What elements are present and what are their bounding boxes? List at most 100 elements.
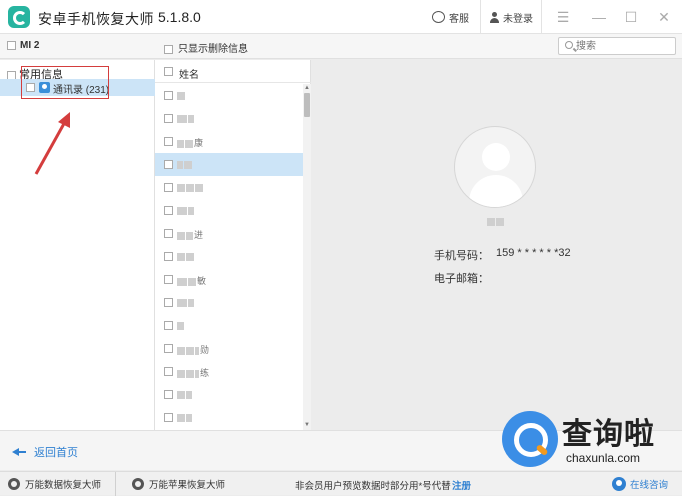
contact-name-masked: [177, 297, 195, 307]
avatar-head: [482, 143, 510, 171]
select-all-checkbox[interactable]: [164, 67, 173, 76]
minimize-icon[interactable]: —: [590, 8, 608, 26]
redaction-block: [188, 206, 194, 215]
scroll-down-icon[interactable]: ▼: [303, 422, 311, 429]
back-home-button[interactable]: 返回首页: [12, 444, 78, 460]
contact-name-suffix: 练: [200, 368, 210, 378]
table-row[interactable]: 练: [155, 360, 303, 383]
contact-name-masked: 进: [177, 228, 203, 241]
only-deleted-toggle[interactable]: 只显示删除信息: [164, 40, 248, 55]
email-label: 电子邮箱：: [434, 273, 489, 285]
only-deleted-checkbox[interactable]: [164, 44, 173, 54]
redaction-block: [177, 139, 184, 148]
contact-list-panel: 姓名 康进敏勋练 ▲ ▼: [155, 60, 311, 430]
tool-b-label: 万能苹果恢复大师: [149, 480, 226, 491]
menu-icon[interactable]: ☰: [554, 8, 572, 26]
redaction-block: [177, 231, 185, 240]
table-row[interactable]: [155, 84, 303, 107]
redaction-block: [186, 346, 194, 355]
row-checkbox[interactable]: [164, 367, 173, 376]
row-checkbox[interactable]: [164, 229, 173, 238]
tool-a-label: 万能数据恢复大师: [25, 480, 102, 491]
redaction-block: [177, 183, 185, 192]
row-checkbox[interactable]: [164, 183, 173, 192]
row-checkbox[interactable]: [164, 252, 173, 261]
table-row[interactable]: 勋: [155, 337, 303, 360]
support-button[interactable]: 客服: [432, 0, 469, 34]
redaction-block: [186, 183, 194, 192]
scroll-thumb[interactable]: [304, 93, 310, 117]
redaction-block: [195, 346, 199, 355]
table-row[interactable]: 敏: [155, 268, 303, 291]
table-row[interactable]: [155, 314, 303, 337]
row-checkbox[interactable]: [164, 413, 173, 422]
redaction-block: [177, 346, 185, 355]
redaction-block: [185, 139, 193, 148]
register-link[interactable]: 注册: [452, 478, 471, 492]
contact-name-masked: [177, 320, 185, 330]
redaction-block: [186, 252, 194, 261]
row-checkbox[interactable]: [164, 114, 173, 123]
row-checkbox[interactable]: [164, 137, 173, 146]
maximize-icon[interactable]: ☐: [622, 8, 640, 26]
column-header-name: 姓名: [179, 70, 199, 81]
table-row[interactable]: [155, 291, 303, 314]
only-deleted-label: 只显示删除信息: [178, 44, 248, 55]
watermark-title: 查询啦: [562, 418, 655, 451]
contact-rows: 康进敏勋练: [155, 84, 303, 429]
phone-label: 手机号码：: [434, 250, 489, 262]
scroll-up-icon[interactable]: ▲: [303, 85, 311, 92]
row-checkbox[interactable]: [164, 275, 173, 284]
tool-link-data-recovery[interactable]: 万能数据恢复大师: [8, 472, 117, 496]
table-row[interactable]: [155, 199, 303, 222]
row-checkbox[interactable]: [164, 160, 173, 169]
contact-name-suffix: 康: [194, 138, 204, 148]
contact-name-masked: [487, 216, 505, 228]
row-checkbox[interactable]: [164, 206, 173, 215]
online-consult-button[interactable]: 在线咨询: [612, 472, 668, 496]
login-label: 未登录: [503, 13, 533, 25]
watermark: 查询啦 chaxunla.com: [502, 405, 682, 475]
redaction-block: [177, 206, 187, 215]
redaction-block: [195, 183, 203, 192]
table-row[interactable]: [155, 176, 303, 199]
redaction-block: [188, 298, 194, 307]
device-checkbox[interactable]: [7, 40, 16, 50]
device-select[interactable]: MI 2: [7, 40, 39, 51]
table-row[interactable]: 进: [155, 222, 303, 245]
list-scrollbar[interactable]: ▲ ▼: [303, 84, 311, 430]
avatar: [454, 126, 536, 208]
table-row[interactable]: [155, 153, 303, 176]
table-row[interactable]: [155, 245, 303, 268]
app-version: 5.1.8.0: [158, 9, 201, 25]
annotation-highlight-box: [21, 66, 109, 99]
redaction-block: [186, 413, 192, 422]
consult-icon: [612, 477, 626, 491]
login-button[interactable]: 未登录: [480, 0, 542, 34]
row-checkbox[interactable]: [164, 91, 173, 100]
online-consult-label: 在线咨询: [630, 480, 669, 491]
annotation-arrow-icon: [34, 112, 70, 175]
row-checkbox[interactable]: [164, 321, 173, 330]
app-title: 安卓手机恢复大师: [38, 11, 154, 27]
row-checkbox[interactable]: [164, 344, 173, 353]
search-input[interactable]: [576, 39, 672, 53]
app-logo-icon: [8, 6, 30, 28]
contact-name-masked: 勋: [177, 343, 209, 356]
table-row[interactable]: [155, 107, 303, 130]
table-row[interactable]: [155, 406, 303, 429]
search-box[interactable]: [558, 37, 676, 55]
tool-link-apple-recovery[interactable]: 万能苹果恢复大师: [132, 472, 225, 496]
table-row[interactable]: [155, 383, 303, 406]
table-row[interactable]: 康: [155, 130, 303, 153]
redaction-block: [188, 114, 194, 123]
contact-detail-panel: 手机号码： 159 * * * * * *32 电子邮箱：: [312, 60, 682, 430]
row-checkbox[interactable]: [164, 298, 173, 307]
apple-recovery-icon: [132, 478, 144, 490]
member-note: 非会员用户预览数据时部分用*号代替: [295, 481, 451, 492]
row-checkbox[interactable]: [164, 390, 173, 399]
sub-toolbar: MI 2 只显示删除信息: [0, 34, 682, 59]
redaction-block: [186, 369, 194, 378]
close-icon[interactable]: ✕: [655, 8, 673, 26]
redaction-block: [177, 390, 185, 399]
